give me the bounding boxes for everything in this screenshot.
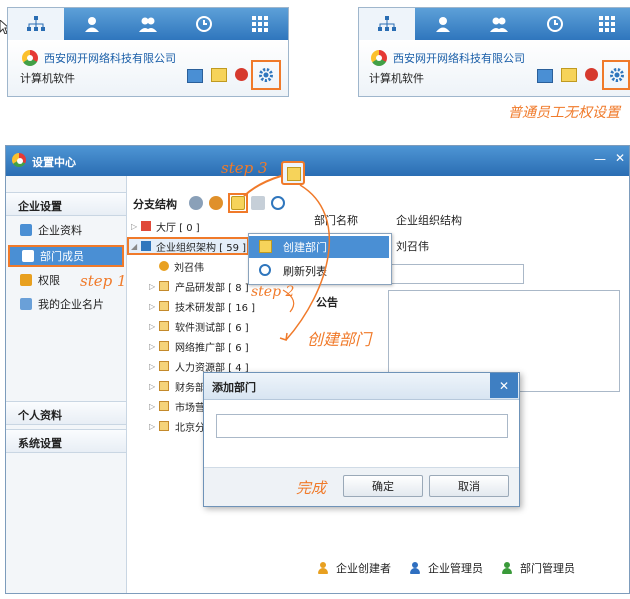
arrow-step3-to-toolbar (243, 175, 282, 197)
arrow-step3-head (279, 332, 288, 341)
arrow-step2-hook (282, 289, 295, 313)
arrow-step3-curve (285, 184, 331, 341)
annotation-arrows (243, 175, 331, 341)
